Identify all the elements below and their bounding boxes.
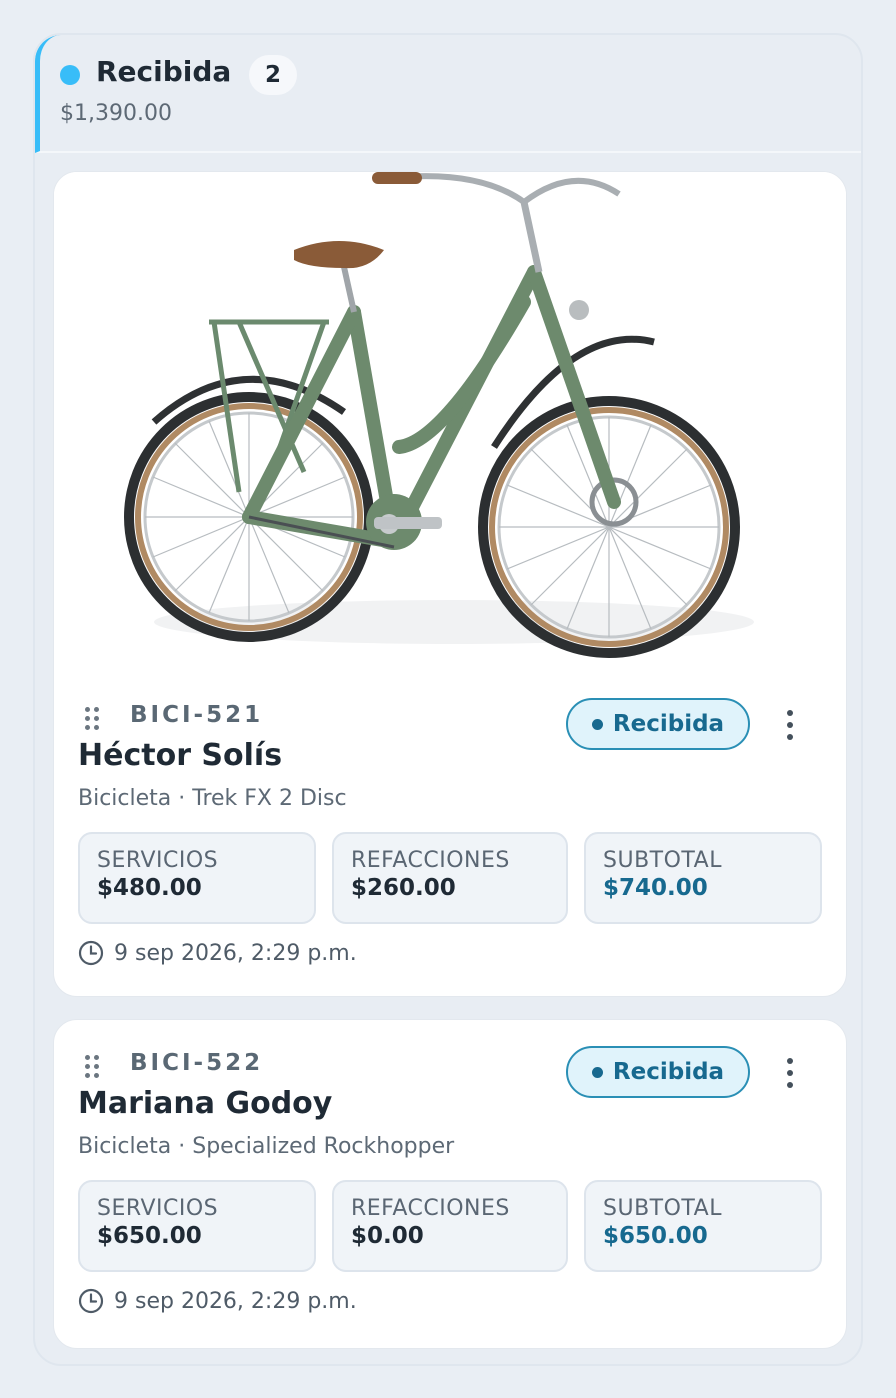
timestamp: 9 sep 2026, 2:29 p.m. — [78, 1288, 357, 1314]
more-options-icon[interactable] — [780, 708, 800, 742]
stat-value: $650.00 — [603, 1223, 708, 1249]
timestamp: 9 sep 2026, 2:29 p.m. — [78, 940, 357, 966]
stat-value: $480.00 — [97, 875, 202, 901]
status-label: Recibida — [612, 711, 725, 737]
stat-value: $0.00 — [351, 1223, 424, 1249]
order-code: BICI-521 — [130, 702, 264, 728]
stat-refacciones: REFACCIONES $0.00 — [332, 1180, 568, 1272]
stat-label: SERVICIOS — [97, 848, 219, 873]
status-dot-icon — [591, 718, 603, 730]
customer-name: Mariana Godoy — [78, 1086, 333, 1121]
timestamp-text: 9 sep 2026, 2:29 p.m. — [114, 1288, 357, 1314]
status-label: Recibida — [612, 1059, 725, 1085]
stat-servicios: SERVICIOS $650.00 — [78, 1180, 316, 1272]
stat-refacciones: REFACCIONES $260.00 — [332, 832, 568, 924]
stat-label: REFACCIONES — [351, 848, 510, 873]
stat-label: SUBTOTAL — [603, 1196, 722, 1221]
status-dot-icon — [591, 1066, 603, 1078]
status-dot-icon — [60, 65, 80, 85]
work-order-card[interactable]: BICI-521 Recibida Héctor Solís Bicicleta… — [53, 171, 847, 997]
status-badge: Recibida — [566, 698, 750, 750]
clock-icon — [78, 1288, 104, 1314]
stat-servicios: SERVICIOS $480.00 — [78, 832, 316, 924]
stat-label: REFACCIONES — [351, 1196, 510, 1221]
stat-value: $650.00 — [97, 1223, 202, 1249]
column-title: Recibida — [96, 55, 232, 88]
bike-description: Bicicleta · Specialized Rockhopper — [78, 1134, 455, 1159]
bicycle-photo — [54, 172, 846, 672]
stat-label: SUBTOTAL — [603, 848, 722, 873]
stat-label: SERVICIOS — [97, 1196, 219, 1221]
stat-subtotal: SUBTOTAL $740.00 — [584, 832, 822, 924]
column-count-badge: 2 — [249, 55, 297, 95]
drag-handle-icon[interactable] — [82, 1052, 102, 1082]
customer-name: Héctor Solís — [78, 738, 283, 773]
stat-subtotal: SUBTOTAL $650.00 — [584, 1180, 822, 1272]
bike-description: Bicicleta · Trek FX 2 Disc — [78, 786, 347, 811]
timestamp-text: 9 sep 2026, 2:29 p.m. — [114, 940, 357, 966]
column-total: $1,390.00 — [60, 101, 172, 126]
kanban-column-recibida: Recibida 2 $1,390.00 BICI-521 Recibida H… — [33, 33, 863, 1366]
work-order-card[interactable]: BICI-522 Recibida Mariana Godoy Biciclet… — [53, 1019, 847, 1349]
stat-value: $260.00 — [351, 875, 456, 901]
stat-value: $740.00 — [603, 875, 708, 901]
column-header: Recibida 2 $1,390.00 — [35, 35, 861, 153]
clock-icon — [78, 940, 104, 966]
status-badge: Recibida — [566, 1046, 750, 1098]
drag-handle-icon[interactable] — [82, 704, 102, 734]
order-code: BICI-522 — [130, 1050, 264, 1076]
more-options-icon[interactable] — [780, 1056, 800, 1090]
